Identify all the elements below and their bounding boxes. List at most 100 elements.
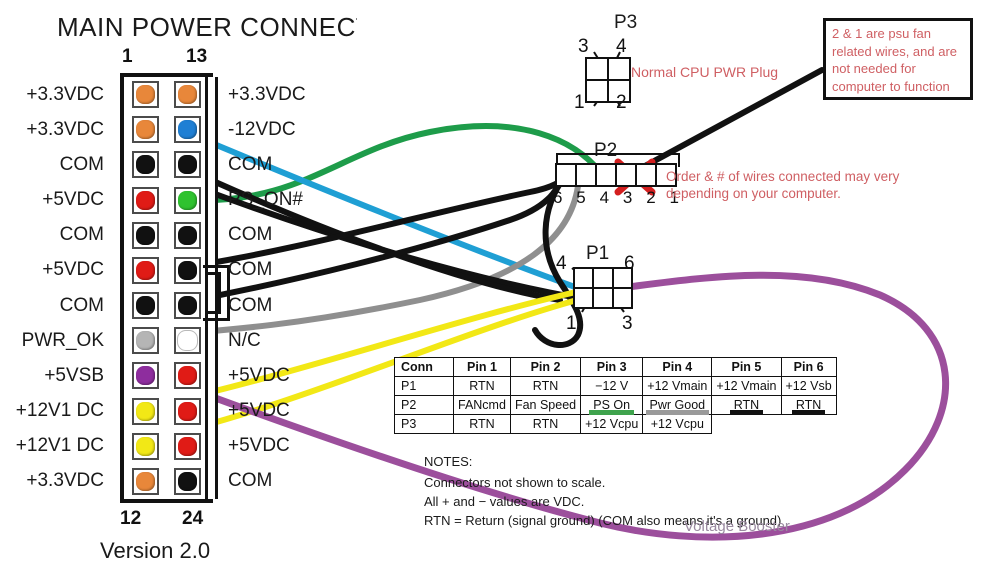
pin-right-10 — [167, 394, 210, 429]
pin-socket — [131, 327, 159, 355]
table-header-pin-5: Pin 5 — [711, 357, 782, 377]
pin-socket — [174, 467, 202, 495]
p3-label: P3 — [614, 12, 638, 33]
right-pin-labels: +3.3VDC -12VDC COM PS_ON# COM COM COM N/C +5VDC +… — [228, 77, 358, 499]
table-cell-r2-pin4: Pwr Good — [642, 395, 713, 415]
table-header-pin-3: Pin 3 — [580, 357, 644, 377]
left-label-6: +5VDC — [42, 259, 104, 281]
table-cell-r2-pin3: PS On — [580, 395, 644, 415]
pin-left-1 — [124, 77, 167, 112]
table-cell-r3-pin6 — [781, 415, 836, 434]
pin-number-13: 13 — [186, 46, 208, 67]
p1-pin-number-4: 4 — [556, 253, 567, 274]
p2-pin-5 — [575, 163, 597, 187]
pin-number-1: 1 — [122, 46, 133, 67]
pin-socket — [131, 186, 159, 214]
pin-right-5 — [167, 218, 210, 253]
table-cell-r2-pin6: RTN — [780, 395, 837, 415]
fan-wire-note-box: 2 & 1 are psu fan related wires, and are… — [823, 18, 973, 100]
table-header-pin-6: Pin 6 — [780, 357, 837, 377]
p2-pin-number-3: 3 — [622, 188, 633, 207]
pin-contact — [178, 366, 198, 386]
pin-socket — [174, 292, 202, 320]
pin-right-1 — [167, 77, 210, 112]
p2-pin-2 — [635, 163, 657, 187]
pin-right-12 — [167, 464, 210, 499]
left-label-11: +12V1 DC — [15, 435, 104, 457]
pin-right-3 — [167, 147, 210, 182]
pin-left-6 — [124, 253, 167, 288]
p1-label: P1 — [586, 243, 610, 264]
pin-socket — [174, 256, 202, 284]
pin-socket — [174, 151, 202, 179]
table-cell-r3-pin2: RTN — [509, 414, 582, 434]
p1-pin-number-6: 6 — [624, 253, 635, 274]
p2-pin-number-5: 5 — [576, 188, 586, 207]
pin-contact — [178, 225, 198, 245]
pin-contact — [178, 471, 198, 491]
left-label-2: +3.3VDC — [26, 118, 104, 140]
pin-socket — [174, 81, 202, 109]
table-cell-r3-pin4: +12 Vcpu — [642, 414, 713, 434]
notes-line-1: Connectors not shown to scale. — [424, 475, 606, 490]
left-pin-labels: +3.3VDC +3.3VDC COM +5VDC COM +5VDC COM PWR_OK +… — [0, 77, 114, 499]
pin-contact — [135, 85, 155, 105]
left-label-7: COM — [59, 294, 104, 316]
table-row: P3 RTN RTN +12 Vcpu +12 Vcpu — [394, 414, 837, 434]
highlighted-value: RTN — [729, 398, 764, 415]
p2-pin-3 — [615, 163, 637, 187]
p1-cell-b — [592, 267, 614, 289]
right-label-11: +5VDC — [228, 435, 290, 457]
pin-left-5 — [124, 218, 167, 253]
right-label-10: +5VDC — [228, 400, 290, 422]
pin-contact — [135, 120, 155, 140]
pin-contact — [177, 330, 199, 352]
pin-socket — [131, 397, 159, 425]
pin-left-11 — [124, 429, 167, 464]
left-label-3: COM — [59, 153, 104, 175]
notes-line-2: All + and − values are VDC. — [424, 494, 585, 509]
pin-socket — [174, 397, 202, 425]
left-label-5: COM — [59, 224, 104, 246]
p3-pin-number-4: 4 — [616, 36, 627, 57]
diagram-canvas: MAIN POWER CONNECTO Version 2.0 1 13 12 … — [0, 0, 987, 588]
right-label-12: COM — [228, 470, 273, 492]
cpu-plug-annotation: Normal CPU PWR Plug — [631, 64, 779, 80]
right-label-8: N/C — [228, 329, 261, 351]
right-label-1: +3.3VDC — [228, 83, 306, 105]
table-cell-r1-pin1: RTN — [453, 376, 511, 396]
pin-contact — [135, 401, 155, 421]
pin-socket — [174, 362, 202, 390]
p3-pin-number-1: 1 — [574, 92, 585, 113]
pin-contact — [178, 155, 198, 175]
pin-contact — [135, 331, 155, 351]
table-header-pin-1: Pin 1 — [453, 357, 511, 377]
table-cell-r3-pin5 — [712, 415, 781, 434]
pin-socket — [174, 221, 202, 249]
p3-pin-number-3: 3 — [578, 36, 589, 57]
pin-right-11 — [167, 429, 210, 464]
right-label-4: PS_ON# — [228, 189, 303, 211]
pin-contact — [178, 260, 198, 280]
pin-number-12: 12 — [120, 508, 142, 529]
pin-socket — [131, 256, 159, 284]
table-cell-r2-pin5: RTN — [711, 395, 782, 415]
left-label-12: +3.3VDC — [26, 470, 104, 492]
pin-socket — [174, 327, 202, 355]
right-label-2: -12VDC — [228, 118, 296, 140]
right-label-3: COM — [228, 153, 273, 175]
pin-socket — [131, 221, 159, 249]
table-cell-r1-pin6: +12 Vsb — [780, 376, 837, 396]
table-cell-r3-pin1: RTN — [453, 414, 511, 434]
right-label-9: +5VDC — [228, 364, 290, 386]
table-cell-r3-pin3: +12 Vcpu — [580, 414, 644, 434]
table-cell-r2-pin1: FANcmd — [453, 395, 511, 415]
pin-socket — [174, 186, 202, 214]
p2-pin-number-6: 6 — [553, 188, 563, 207]
order-note-annotation: Order & # of wires connected may very de… — [666, 169, 900, 201]
right-label-5: COM — [228, 224, 273, 246]
pin-socket — [131, 81, 159, 109]
left-label-10: +12V1 DC — [15, 400, 104, 422]
table-header-pin-2: Pin 2 — [509, 357, 582, 377]
table-cell-conn: P2 — [394, 395, 454, 415]
